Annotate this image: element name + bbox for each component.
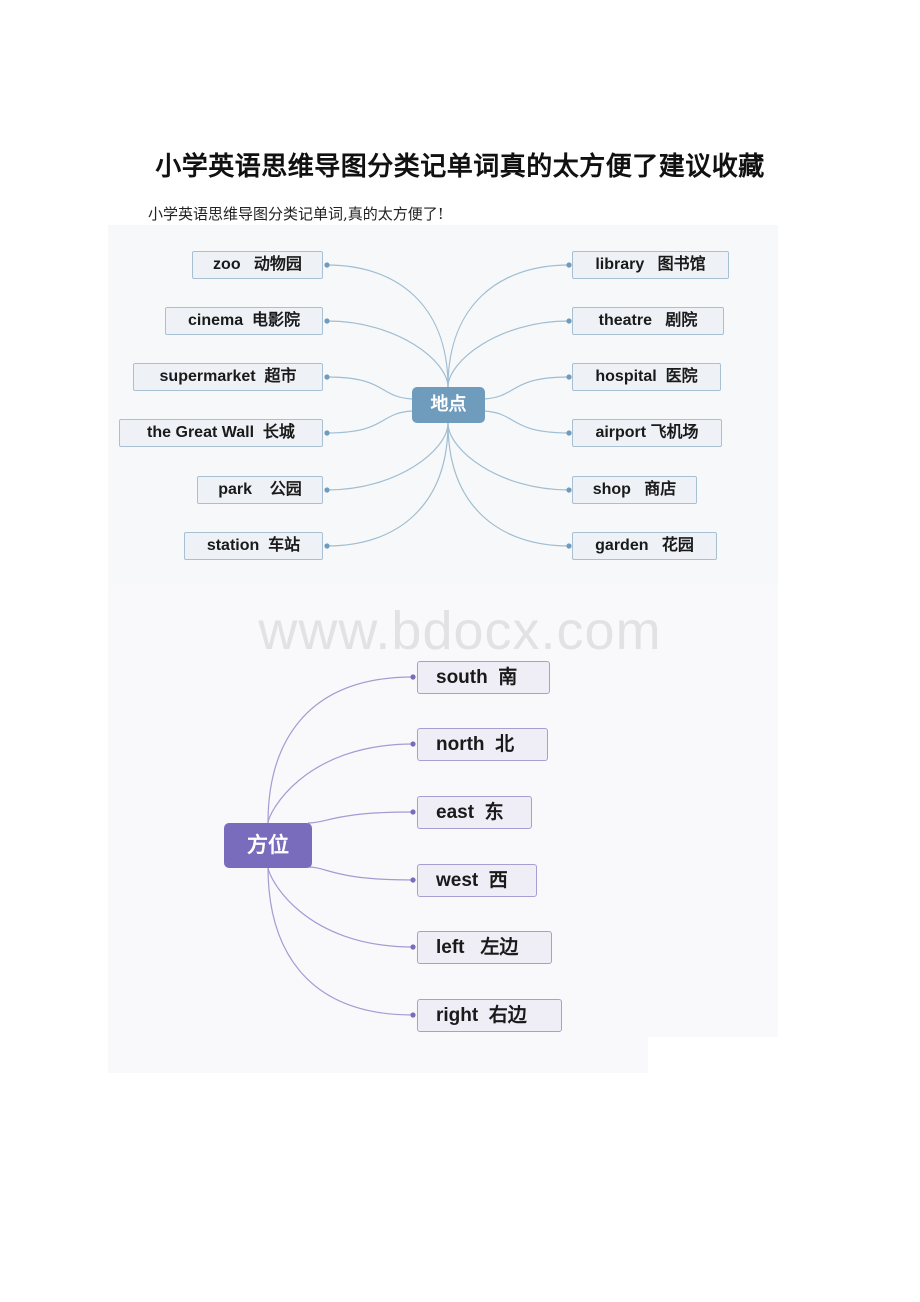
place-link-left-0 [326,264,449,388]
direction-link-dot-0 [410,674,416,680]
place-link-left-1 [326,320,449,388]
direction-node-right: right 右边 [417,999,562,1032]
direction-link-dot-1 [410,741,416,747]
direction-node-left: left 左边 [417,931,552,964]
place-link-left-5 [326,422,449,547]
direction-node-north: north 北 [417,728,548,761]
place-node-park: park 公园 [197,476,323,504]
direction-link-3 [307,866,414,881]
place-node-shop: shop 商店 [572,476,697,504]
place-link-left-4 [326,422,449,491]
place-node-library: library 图书馆 [572,251,729,279]
direction-link-2 [307,811,414,824]
place-node-great-wall: the Great Wall 长城 [119,419,323,447]
direction-link-4 [267,866,414,948]
document-title: 小学英语思维导图分类记单词真的太方便了建议收藏 [155,152,765,182]
place-link-dot-right-2 [566,374,572,380]
direction-link-dot-5 [410,1012,416,1018]
place-node-supermarket: supermarket 超市 [133,363,323,391]
place-node-station: station 车站 [184,532,323,560]
direction-node-east: east 东 [417,796,532,829]
place-link-dot-left-2 [324,374,330,380]
direction-link-5 [267,866,414,1016]
place-link-dot-right-1 [566,318,572,324]
direction-link-dot-3 [410,877,416,883]
watermark: www.bdocx.com [258,601,662,661]
place-link-dot-left-4 [324,487,330,493]
directions-center-node: 方位 [224,823,312,868]
place-link-dot-right-4 [566,487,572,493]
place-node-theatre: theatre 剧院 [572,307,724,335]
place-link-right-2 [483,376,570,400]
place-link-dot-right-0 [566,262,572,268]
place-link-dot-left-5 [324,543,330,549]
place-link-dot-left-3 [324,430,330,436]
place-link-right-5 [447,422,570,547]
document-subtitle: 小学英语思维导图分类记单词,真的太方便了! [148,205,444,223]
direction-link-dot-2 [410,809,416,815]
places-center-node: 地点 [412,387,485,423]
place-link-left-2 [326,376,413,400]
place-link-dot-right-3 [566,430,572,436]
place-link-dot-left-0 [324,262,330,268]
place-link-right-3 [483,410,570,434]
place-link-dot-right-5 [566,543,572,549]
place-link-left-3 [326,410,413,434]
direction-link-1 [267,743,414,824]
place-node-hospital: hospital 医院 [572,363,721,391]
direction-node-west: west 西 [417,864,537,897]
direction-node-south: south 南 [417,661,550,694]
place-node-airport: airport 飞机场 [572,419,722,447]
place-link-right-4 [447,422,570,491]
direction-link-0 [267,676,414,824]
place-node-zoo: zoo 动物园 [192,251,323,279]
place-link-right-0 [447,264,570,388]
place-node-garden: garden 花园 [572,532,717,560]
direction-link-dot-4 [410,944,416,950]
place-link-dot-left-1 [324,318,330,324]
place-link-right-1 [447,320,570,388]
place-node-cinema: cinema 电影院 [165,307,323,335]
